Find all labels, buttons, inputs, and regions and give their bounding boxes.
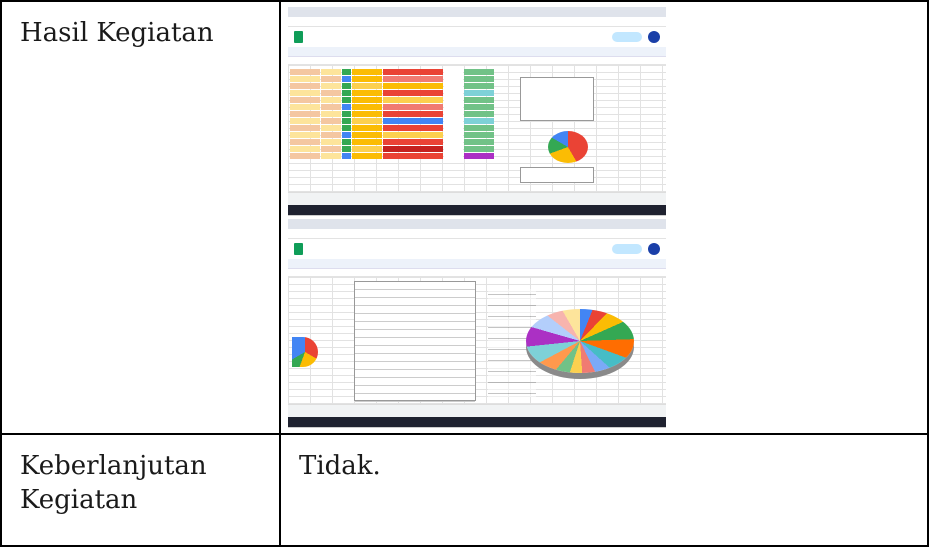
taskbar bbox=[288, 205, 666, 215]
formula-bar bbox=[288, 57, 666, 65]
taskbar bbox=[288, 417, 666, 427]
colored-data-rows bbox=[290, 69, 495, 160]
pie-chart-small bbox=[548, 131, 588, 163]
sheet-tabs bbox=[288, 404, 666, 417]
summary-table-2 bbox=[520, 167, 594, 183]
value-cell bbox=[279, 0, 929, 435]
activity-list bbox=[354, 281, 476, 410]
pie-chart-3d bbox=[526, 309, 634, 373]
label-line: Keberlanjutan bbox=[20, 451, 207, 481]
row-value-keberlanjutan: Tidak. bbox=[299, 451, 381, 481]
embedded-screenshots bbox=[288, 7, 666, 431]
row-label-hasil-kegiatan: Hasil Kegiatan bbox=[20, 18, 214, 48]
sheets-toolbar bbox=[288, 259, 666, 269]
sheets-logo-icon bbox=[294, 31, 303, 43]
sheets-toolbar bbox=[288, 47, 666, 57]
document-table: Hasil Kegiatan Keberlanjutan Kegiatan Ti… bbox=[0, 0, 929, 547]
browser-tab-bar bbox=[288, 219, 666, 229]
sheets-header bbox=[288, 27, 666, 47]
share-button bbox=[612, 32, 642, 42]
browser-url-bar bbox=[288, 229, 666, 239]
share-button bbox=[612, 244, 642, 254]
table-row-hasil: Hasil Kegiatan bbox=[0, 0, 929, 435]
formula-bar bbox=[288, 269, 666, 277]
screenshot-spreadsheet-chart bbox=[288, 219, 666, 428]
label-line: Kegiatan bbox=[20, 485, 138, 515]
summary-table bbox=[520, 77, 594, 121]
table-row-keberlanjutan: Keberlanjutan Kegiatan Tidak. bbox=[0, 433, 929, 547]
label-cell: Keberlanjutan Kegiatan bbox=[0, 433, 281, 547]
label-cell: Hasil Kegiatan bbox=[0, 0, 281, 435]
sheets-header bbox=[288, 239, 666, 259]
avatar bbox=[648, 31, 660, 43]
screenshot-spreadsheet-table bbox=[288, 7, 666, 216]
row-label-keberlanjutan-kegiatan: Keberlanjutan Kegiatan bbox=[2, 435, 279, 517]
sheet-tabs bbox=[288, 192, 666, 205]
browser-tab-bar bbox=[288, 7, 666, 17]
sheets-logo-icon bbox=[294, 243, 303, 255]
browser-url-bar bbox=[288, 17, 666, 27]
value-cell: Tidak. bbox=[279, 433, 929, 547]
avatar bbox=[648, 243, 660, 255]
